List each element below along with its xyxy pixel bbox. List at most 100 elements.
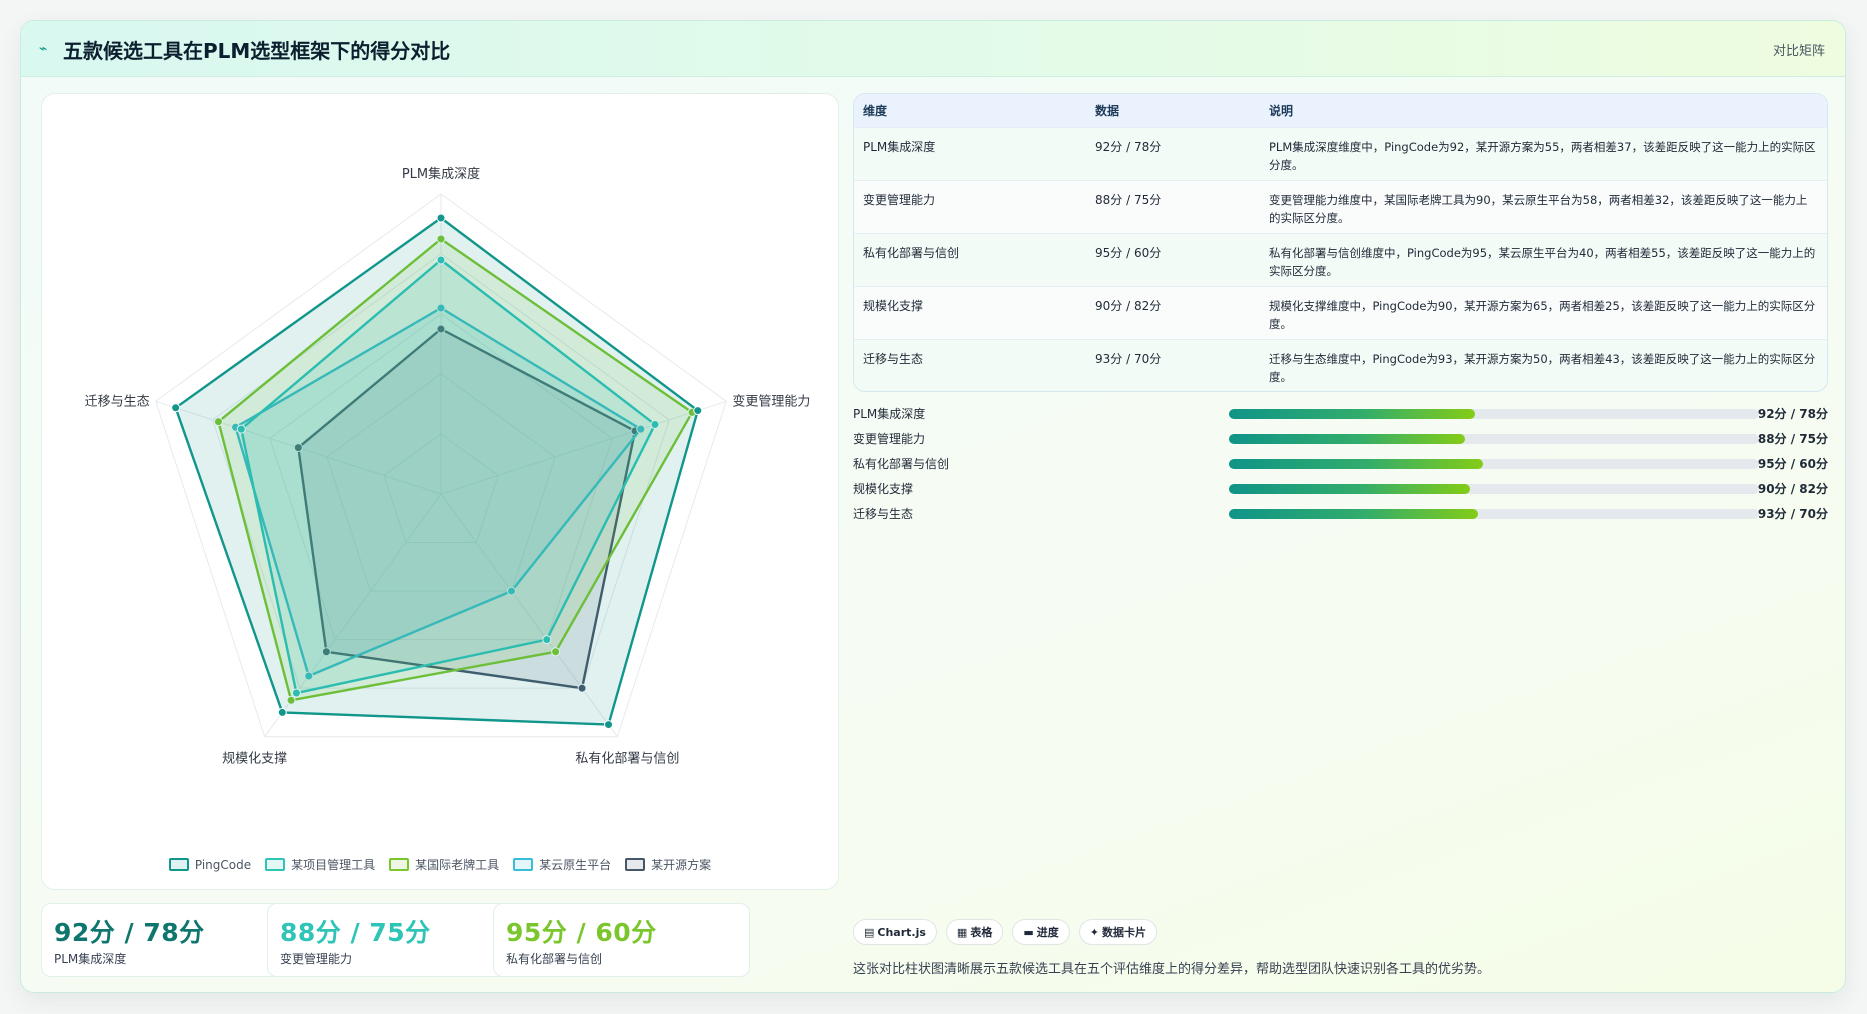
cell-dimension: 迁移与生态 [863, 351, 924, 366]
tag-label: 数据卡片 [1101, 926, 1146, 939]
stat-cards: 92分 / 78分 PLM集成深度 88分 / 75分 变更管理能力 95分 / 60分… [41, 903, 841, 977]
chart-legend: PingCode 某项目管理工具 某国际老牌工具 某云原生平台 某开源方案 [42, 856, 838, 873]
tag-4[interactable]: ✦ 数据卡片 [1078, 919, 1157, 945]
trend-icon: ⌁ [39, 41, 48, 57]
radar-chart: PLM集成深度变更管理能力私有化部署与信创 规模化支撑 迁移与生态 [85, 166, 811, 767]
progress-row: 迁移与生态 93分 / 70分 [853, 503, 1828, 528]
progress-track [1229, 409, 1759, 419]
table-row: 私有化部署与信创 95分 / 60分 私有化部署与信创维度中，PingCode为95… [854, 233, 1827, 286]
radar-chart-card: PLM集成深度 变更管理能力 私有化部署与信创 规模化支撑 迁移与生态 PingCode… [41, 93, 839, 890]
progress-fill [1229, 484, 1471, 494]
tag-1[interactable]: ▤ Chart.js [853, 919, 937, 945]
legend-swatch [513, 858, 534, 871]
cell-note: 规模化支撑维度中，PingCode为90，某开源方案为65，两者相差25，该差距… [1269, 298, 1816, 331]
cell-note: 变更管理能力维度中，某国际老牌工具为90，某云原生平台为58，两者相差32，该差… [1269, 192, 1808, 225]
stat-value: 88分 / 75分 [280, 918, 431, 947]
table-row: 规模化支撑 90分 / 82分 规模化支撑维度中，PingCode为90，某开源方案… [854, 286, 1827, 339]
progress-value: 90分 / 82分 [1757, 482, 1828, 496]
progress-row: 私有化部署与信创 95分 / 60分 [853, 453, 1828, 478]
legend-item[interactable]: 某云原生平台 [513, 856, 611, 873]
cell-data: 90分 / 82分 [1095, 298, 1162, 313]
progress-row: 变更管理能力 88分 / 75分 [853, 428, 1828, 453]
cell-data: 93分 / 70分 [1095, 351, 1162, 366]
axis-label: 规模化支撑 [222, 752, 287, 767]
axis-label: PLM集成深度 [402, 166, 480, 182]
progress-fill [1229, 509, 1479, 519]
stat-label: 私有化部署与信创 [506, 952, 603, 966]
progress-label: 私有化部署与信创 [853, 457, 950, 471]
progress-fill [1229, 459, 1484, 469]
stat-card: 95分 / 60分私有化部署与信创 [493, 903, 750, 977]
legend-label: 某云原生平台 [539, 858, 612, 872]
legend-label: 某开源方案 [651, 858, 712, 872]
cell-dimension: 私有化部署与信创 [863, 245, 960, 260]
tag-label: 表格 [970, 926, 993, 939]
progress-track [1229, 509, 1759, 519]
column-header-note: 说明 [1269, 103, 1294, 118]
legend-label: 某项目管理工具 [291, 858, 376, 872]
tag-list: ▤ Chart.js ▦ 表格 ▬ 进度 ✦ 数据卡片 [853, 919, 1157, 945]
table-row: 变更管理能力 88分 / 75分 变更管理能力维度中，某国际老牌工具为90，某云原生… [854, 180, 1827, 233]
axis-label: 变更管理能力 [732, 393, 810, 409]
comparison-table: 维度 数据 说明 PLM集成深度 92分 / 78分 PLM集成深度维度中，Ping… [854, 94, 1827, 391]
cell-data: 92分 / 78分 [1095, 139, 1162, 154]
progress-value: 93分 / 70分 [1757, 507, 1828, 521]
data-point [604, 720, 614, 730]
chart-icon: ▤ [864, 925, 875, 939]
progress-label: 迁移与生态 [853, 507, 914, 521]
axis-label: 私有化部署与信创 [575, 752, 679, 767]
data-point [693, 406, 703, 416]
progress-track [1229, 484, 1759, 494]
table-header-row: 维度 数据 说明 [854, 94, 1827, 127]
tag-3[interactable]: ▬ 进度 [1012, 919, 1070, 945]
legend-item[interactable]: 某项目管理工具 [265, 856, 375, 873]
sparkle-icon: ✦ [1089, 925, 1099, 939]
legend-swatch [625, 858, 646, 871]
legend-swatch [389, 858, 410, 871]
progress-list: PLM集成深度 92分 / 78分变更管理能力 88分 / 75分私有化部署与信创 9… [853, 403, 1828, 528]
legend-item[interactable]: 某开源方案 [625, 856, 711, 873]
legend-swatch [168, 858, 189, 871]
stat-card: 88分 / 75分变更管理能力 [267, 903, 524, 977]
legend-label: PingCode [194, 857, 252, 872]
cell-dimension: PLM集成深度 [863, 139, 936, 154]
progress-label: 规模化支撑 [853, 482, 914, 496]
progress-track [1229, 434, 1759, 444]
cell-dimension: 变更管理能力 [863, 192, 936, 207]
cell-note: PLM集成深度维度中，PingCode为92，某开源方案为55，两者相差37，该… [1269, 139, 1816, 172]
stat-label: PLM集成深度 [54, 952, 127, 966]
progress-label: 变更管理能力 [853, 432, 926, 446]
cell-note: 私有化部署与信创维度中，PingCode为95，某云原生平台为40，两者相差55… [1269, 245, 1816, 278]
legend-swatch [265, 858, 286, 871]
progress-track [1229, 459, 1759, 469]
stat-card: 92分 / 78分 PLM集成深度 [41, 903, 298, 977]
data-point [277, 707, 287, 717]
data-point [436, 213, 446, 223]
data-point [171, 403, 181, 413]
progress-value: 95分 / 60分 [1757, 457, 1828, 471]
legend-item[interactable]: PingCode [168, 856, 252, 873]
column-header-dimension: 维度 [863, 103, 888, 118]
tag-label: Chart.js [877, 925, 926, 939]
stat-value: 95分 / 60分 [506, 918, 657, 947]
tag-2[interactable]: ▦ 表格 [945, 919, 1004, 945]
progress-fill [1229, 409, 1476, 419]
progress-label: PLM集成深度 [853, 407, 926, 421]
cell-data: 95分 / 60分 [1095, 245, 1162, 260]
cell-note: 迁移与生态维度中，PingCode为93，某开源方案为50，两者相差43，该差距… [1269, 351, 1816, 384]
progress-fill [1229, 434, 1465, 444]
cell-dimension: 规模化支撑 [863, 298, 924, 313]
series-area [174, 216, 700, 726]
legend-item[interactable]: 某国际老牌工具 [389, 856, 499, 873]
matrix-label: 对比矩阵 [1772, 44, 1825, 59]
column-header-data: 数据 [1095, 103, 1120, 118]
stat-value: 92分 / 78分 [54, 918, 205, 947]
table-row: PLM集成深度 92分 / 78分 PLM集成深度维度中，PingCode为92，某… [854, 127, 1827, 180]
stat-label: 变更管理能力 [280, 952, 353, 966]
table-row: 迁移与生态 93分 / 70分 迁移与生态维度中，PingCode为93，某开源方案… [854, 339, 1827, 391]
progress-value: 88分 / 75分 [1757, 432, 1828, 446]
progress-value: 92分 / 78分 [1757, 407, 1828, 421]
comparison-table-card: 维度 数据 说明 PLM集成深度 92分 / 78分 PLM集成深度维度中，Ping… [853, 93, 1828, 392]
progress-icon: ▬ [1023, 925, 1034, 939]
tag-label: 进度 [1036, 926, 1059, 939]
